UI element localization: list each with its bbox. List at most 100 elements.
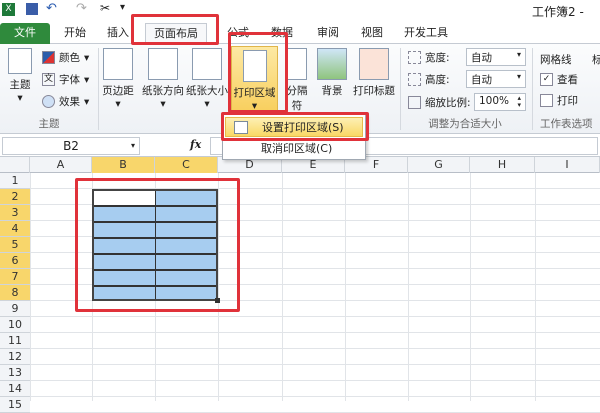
- scale-text: 缩放比例:: [425, 97, 471, 109]
- margins-button[interactable]: 页边距 ▾: [100, 48, 136, 110]
- menu-item-label: 取消印区域(C): [261, 142, 333, 155]
- sheet-options-group-label: 工作表选项: [540, 118, 593, 130]
- grid-row-line: [30, 364, 600, 365]
- size-icon: [192, 48, 222, 80]
- grid-column-line: [408, 173, 409, 401]
- insert-function-icon[interactable]: fx: [190, 138, 201, 151]
- headings-label: 标: [592, 54, 600, 66]
- effects-button[interactable]: 效果 ▾: [42, 94, 89, 109]
- scale-label: 缩放比例:: [408, 95, 471, 110]
- background-icon: [317, 48, 347, 80]
- row-header-14[interactable]: 14: [0, 381, 30, 397]
- grid-row-line: [30, 316, 600, 317]
- tab-view[interactable]: 视图: [352, 23, 392, 44]
- size-button[interactable]: 纸张大小 ▾: [186, 48, 228, 110]
- width-value: 自动: [471, 52, 492, 64]
- tab-home[interactable]: 开始: [55, 23, 95, 44]
- grid-row-line: [30, 332, 600, 333]
- height-value: 自动: [471, 74, 492, 86]
- column-header-c[interactable]: C: [155, 157, 218, 173]
- scale-icon: [408, 96, 421, 109]
- checkbox-icon: [540, 94, 553, 107]
- highlight-range-box: [75, 178, 240, 312]
- select-all-button[interactable]: [0, 157, 30, 173]
- grid-row-line: [30, 380, 600, 381]
- width-select[interactable]: 自动 ▾: [466, 48, 526, 66]
- row-header-15[interactable]: 15: [0, 397, 30, 413]
- row-header-4[interactable]: 4: [0, 221, 30, 237]
- width-label: 宽度:: [408, 50, 450, 65]
- name-box-value: B2: [63, 139, 79, 153]
- row-header-2[interactable]: 2: [0, 189, 30, 205]
- customize-qat-icon[interactable]: ▾: [120, 2, 125, 13]
- orientation-label: 纸张方向: [142, 85, 184, 97]
- highlight-tab-box: [131, 14, 219, 45]
- gridlines-label: 网格线: [540, 54, 572, 66]
- name-box[interactable]: B2 ▾: [2, 137, 140, 155]
- orientation-icon: [148, 48, 178, 80]
- row-header-3[interactable]: 3: [0, 205, 30, 221]
- row-header-8[interactable]: 8: [0, 285, 30, 301]
- fonts-icon: 文: [42, 73, 55, 86]
- grid-row-line: [30, 348, 600, 349]
- breaks-icon: [287, 48, 307, 80]
- scale-spinner[interactable]: 100% ▴ ▾: [474, 93, 526, 111]
- margins-icon: [103, 48, 133, 80]
- print-titles-button[interactable]: 打印标题: [350, 48, 398, 98]
- themes-button[interactable]: 主题 ▾: [6, 48, 34, 104]
- gridlines-view-label: 查看: [557, 74, 578, 86]
- column-header-a[interactable]: A: [30, 157, 92, 173]
- colors-icon: [42, 51, 55, 64]
- gridlines-print-checkbox[interactable]: 打印: [540, 93, 578, 108]
- height-icon: [408, 73, 421, 86]
- gridlines-print-label: 打印: [557, 95, 578, 107]
- background-button[interactable]: 背景: [316, 48, 348, 98]
- themes-icon: [8, 48, 32, 74]
- row-header-9[interactable]: 9: [0, 301, 30, 317]
- column-header-g[interactable]: G: [408, 157, 470, 173]
- grid-column-line: [345, 173, 346, 401]
- group-divider: [98, 48, 99, 130]
- check-icon: ✓: [540, 73, 553, 86]
- tab-file[interactable]: 文件: [0, 23, 50, 44]
- orientation-button[interactable]: 纸张方向 ▾: [140, 48, 186, 110]
- row-header-11[interactable]: 11: [0, 333, 30, 349]
- theme-group-label: 主题: [38, 118, 60, 130]
- margins-label: 页边距: [102, 85, 134, 97]
- effects-label: 效果: [59, 96, 80, 108]
- highlight-menu-item-box: [221, 112, 369, 141]
- row-header-5[interactable]: 5: [0, 237, 30, 253]
- grid-column-line: [535, 173, 536, 401]
- column-header-b[interactable]: B: [92, 157, 155, 173]
- undo-icon[interactable]: ↶: [46, 1, 57, 16]
- row-header-7[interactable]: 7: [0, 269, 30, 285]
- scale-group-label: 调整为合适大小: [428, 118, 502, 130]
- row-header-6[interactable]: 6: [0, 253, 30, 269]
- tools-icon[interactable]: ✂: [100, 1, 110, 15]
- highlight-print-area-box: [228, 32, 288, 113]
- tab-developer[interactable]: 开发工具: [400, 23, 452, 44]
- row-header-10[interactable]: 10: [0, 317, 30, 333]
- effects-icon: [42, 95, 55, 108]
- menu-item-clear-print-area[interactable]: 取消印区域(C): [225, 139, 363, 159]
- grid-column-line: [470, 173, 471, 401]
- fonts-label: 字体: [59, 74, 80, 86]
- row-header-1[interactable]: 1: [0, 173, 30, 189]
- print-titles-icon: [359, 48, 389, 80]
- tab-review[interactable]: 审阅: [308, 23, 348, 44]
- excel-logo-icon: X: [2, 3, 15, 16]
- column-header-h[interactable]: H: [470, 157, 535, 173]
- colors-button[interactable]: 颜色 ▾: [42, 50, 89, 65]
- row-header-13[interactable]: 13: [0, 365, 30, 381]
- height-select[interactable]: 自动 ▾: [466, 70, 526, 88]
- column-header-i[interactable]: I: [535, 157, 600, 173]
- size-label: 纸张大小: [186, 85, 228, 97]
- row-header-12[interactable]: 12: [0, 349, 30, 365]
- fonts-button[interactable]: 文字体 ▾: [42, 72, 89, 87]
- gridlines-view-checkbox[interactable]: ✓ 查看: [540, 72, 578, 87]
- background-label: 背景: [321, 85, 343, 97]
- ribbon-tabs: 文件 开始 插入 页面布局 公式 数据 审阅 视图 开发工具: [0, 20, 600, 44]
- height-label: 高度:: [408, 72, 450, 87]
- redo-icon[interactable]: ↷: [76, 1, 87, 16]
- save-icon[interactable]: [26, 3, 38, 15]
